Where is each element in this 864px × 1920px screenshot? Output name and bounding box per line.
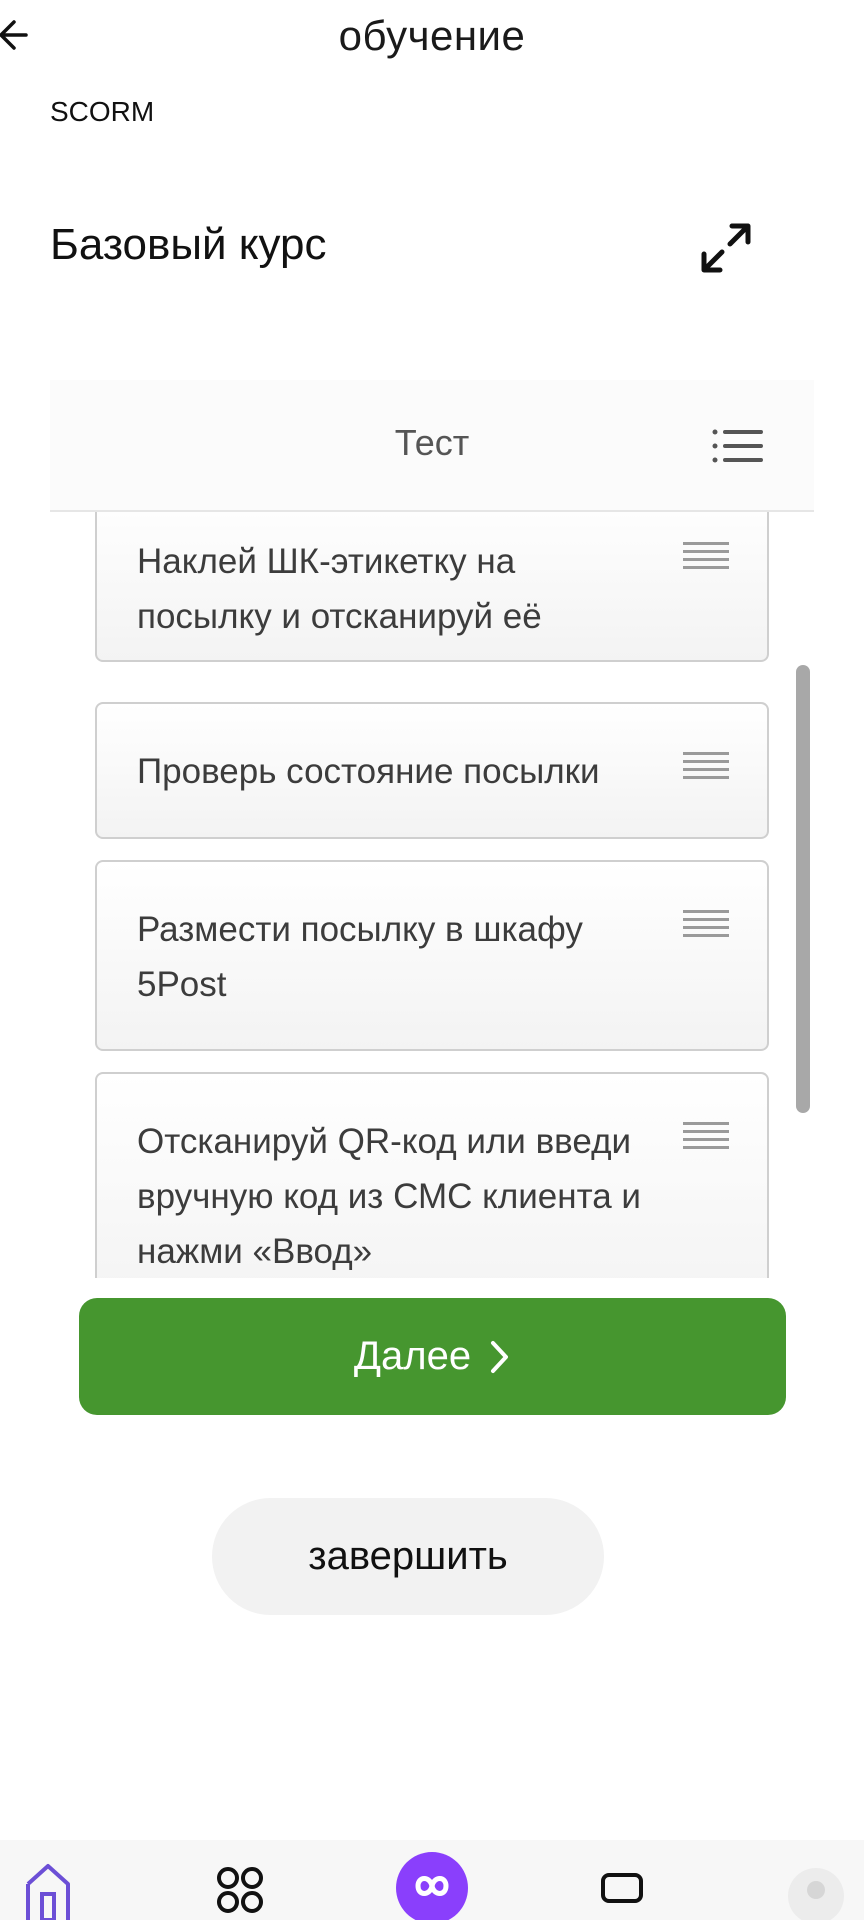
test-header: Тест — [50, 380, 814, 512]
list-menu-icon — [712, 429, 763, 463]
next-button[interactable]: Далее — [79, 1298, 786, 1415]
profile-icon[interactable] — [786, 1866, 846, 1920]
expand-button[interactable] — [696, 218, 756, 278]
scrollbar-thumb[interactable] — [796, 665, 810, 1113]
home-icon[interactable] — [24, 1860, 72, 1920]
grid-icon[interactable] — [216, 1866, 264, 1920]
sortable-item[interactable]: Проверь состояние посылки — [95, 702, 769, 839]
card-icon[interactable] — [600, 1872, 644, 1920]
learning-screen: обучение SCORM Базовый курс Тест Наклей … — [0, 0, 864, 1920]
chevron-right-icon — [491, 1340, 509, 1373]
drag-handle-icon[interactable] — [683, 1122, 729, 1158]
bottom-nav — [0, 1840, 864, 1920]
sortable-list: Наклей ШК-этикетку на посылку и отсканир… — [50, 512, 814, 1278]
next-button-label: Далее — [353, 1334, 472, 1378]
sortable-item[interactable]: Отсканируй QR-код или введи вручную код … — [95, 1072, 769, 1278]
sortable-item-label: Отсканируй QR-код или введи вручную код … — [137, 1122, 641, 1271]
drag-handle-icon[interactable] — [683, 752, 729, 788]
finish-button[interactable]: завершить — [212, 1498, 604, 1615]
sortable-item-label: Наклей ШК-этикетку на посылку и отсканир… — [137, 542, 542, 636]
sortable-item[interactable]: Наклей ШК-этикетку на посылку и отсканир… — [95, 512, 769, 662]
scorm-frame: Тест Наклей ШК-этикетку на посылку и отс… — [50, 380, 814, 1278]
drag-handle-icon[interactable] — [683, 542, 729, 578]
logo-icon[interactable] — [396, 1852, 468, 1920]
course-title: Базовый курс — [50, 220, 327, 269]
sortable-item-label: Размести посылку в шкафу 5Post — [137, 910, 583, 1004]
sortable-item[interactable]: Размести посылку в шкафу 5Post — [95, 860, 769, 1051]
expand-icon — [701, 223, 751, 273]
format-label: SCORM — [50, 96, 155, 127]
drag-handle-icon[interactable] — [683, 910, 729, 946]
sortable-item-label: Проверь состояние посылки — [137, 752, 600, 791]
page-title: обучение — [338, 12, 526, 59]
menu-button[interactable] — [710, 424, 766, 468]
test-title: Тест — [394, 422, 470, 463]
finish-button-label: завершить — [308, 1534, 508, 1578]
